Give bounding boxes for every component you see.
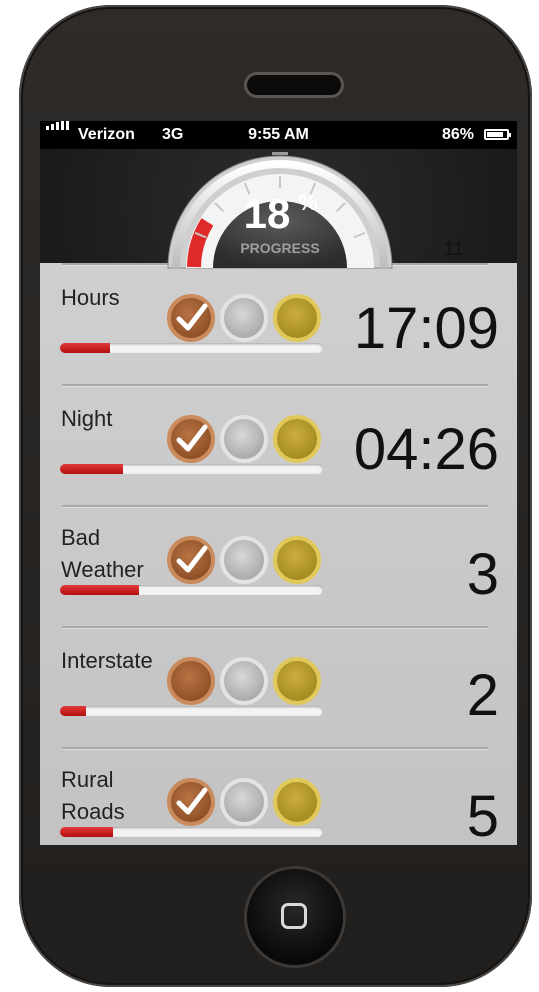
stat-label: Hours [61,285,120,310]
stat-label: Rural Roads [61,767,125,824]
row-divider [62,505,488,508]
gold-medal-icon [273,657,321,705]
check-icon [176,545,208,573]
stat-progress-fill [60,585,139,595]
stat-value: 2 [466,663,499,728]
stat-progress-bar [60,827,323,837]
home-button-icon [281,903,307,929]
status-bar: Verizon 3G 9:55 AM 86% [40,121,517,149]
silver-medal-icon [220,536,268,584]
stat-row[interactable]: Rural Roads 5 [40,747,517,845]
gold-medal-icon [273,415,321,463]
stat-value: 5 [466,784,499,845]
check-icon [176,303,208,331]
progress-label: PROGRESS [240,240,319,256]
progress-unit: % [298,190,318,215]
stat-progress-bar [60,585,323,595]
stat-value: 04:26 [353,417,499,482]
progress-value: 18 [244,190,291,237]
app-screen: Verizon 3G 9:55 AM 86% 11 Hours 17:09 Nigh… [40,121,517,845]
speaker-grille [247,75,341,95]
stat-row[interactable]: Night 04:26 [40,384,517,505]
stat-label: Interstate [61,648,153,673]
stat-row[interactable]: Hours 17:09 [40,263,517,384]
stat-label: Night [61,406,113,431]
silver-medal-icon [220,778,268,826]
battery-percent: 86% [441,126,474,143]
silver-medal-icon [220,415,268,463]
check-icon [176,424,208,452]
stat-value: 17:09 [353,296,499,361]
bronze-medal-icon [167,294,215,342]
silver-medal-icon [220,657,268,705]
row-divider [62,747,488,750]
gold-medal-icon [273,294,321,342]
bronze-medal-icon [167,415,215,463]
stat-label: Bad Weather [61,525,144,582]
row-divider [62,384,488,387]
gold-medal-icon [273,778,321,826]
row-divider [62,626,488,629]
stat-row[interactable]: Bad Weather 3 [40,505,517,626]
home-button[interactable] [247,869,343,965]
stat-progress-fill [60,343,110,353]
battery-icon [484,129,511,140]
gauge-top-marker [272,152,288,155]
progress-gauge: 18 % PROGRESS [167,152,393,269]
stat-progress-bar [60,343,323,353]
bronze-medal-icon [167,657,215,705]
stat-row[interactable]: Interstate 2 [40,626,517,747]
stats-list: Hours 17:09 Night 04:26 Bad Weather 3 Intersta… [40,263,517,845]
gold-medal-icon [273,536,321,584]
silver-medal-icon [220,294,268,342]
check-icon [176,787,208,815]
stat-value: 3 [466,542,499,607]
stat-progress-fill [60,827,113,837]
bronze-medal-icon [167,778,215,826]
stat-progress-fill [60,464,124,474]
stat-progress-fill [60,706,87,716]
bronze-medal-icon [167,536,215,584]
stat-progress-bar [60,464,323,474]
stat-progress-bar [60,706,323,716]
header-count: 11 [444,239,464,260]
